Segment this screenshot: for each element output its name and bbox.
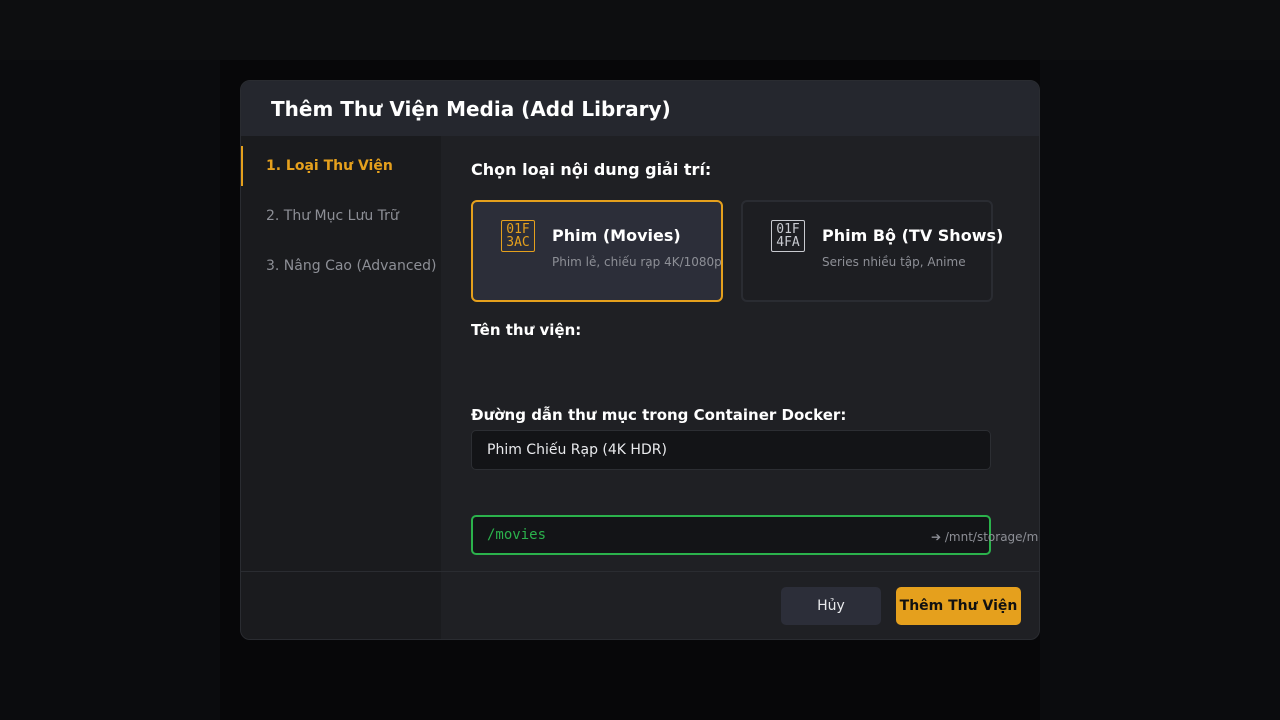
container-path-value: /movies (487, 527, 547, 543)
dialog-content: Chọn loại nội dung giải trí: 01F 3AC Phi… (441, 136, 1039, 571)
host-path-mapping: ➔ /mnt/storage/movies (931, 530, 1039, 544)
dialog-header: Thêm Thư Viện Media (Add Library) (241, 81, 1039, 136)
step-label: 1. Loại Thư Viện (266, 158, 393, 174)
app-top-bar (0, 0, 1280, 60)
step-library-type[interactable]: 1. Loại Thư Viện (241, 146, 441, 186)
library-name-label: Tên thư viện: (471, 321, 582, 339)
card-title: Phim (Movies) (552, 226, 681, 245)
dialog-title: Thêm Thư Viện Media (Add Library) (271, 96, 671, 121)
library-name-input[interactable]: Phim Chiếu Rạp (4K HDR) (471, 430, 991, 470)
tv-shows-type-card[interactable]: 01F 4FA Phim Bộ (TV Shows) Series nhiều … (741, 200, 1003, 302)
movies-type-card[interactable]: 01F 3AC Phim (Movies) Phim lẻ, chiếu rạp… (471, 200, 723, 302)
library-name-value: Phim Chiếu Rạp (4K HDR) (487, 442, 667, 458)
dialog-footer: Hủy Thêm Thư Viện (241, 571, 1039, 639)
step-storage-folder[interactable]: 2. Thư Mục Lưu Trữ (241, 196, 441, 236)
card-subtitle: Series nhiều tập, Anime (822, 255, 966, 269)
container-path-input[interactable]: /movies (471, 515, 991, 555)
step-label: 2. Thư Mục Lưu Trữ (266, 208, 399, 224)
step-advanced[interactable]: 3. Nâng Cao (Advanced) (241, 246, 441, 286)
card-title: Phim Bộ (TV Shows) (822, 226, 1004, 245)
add-library-button[interactable]: Thêm Thư Viện (896, 587, 1021, 625)
movie-camera-icon: 01F 3AC (501, 220, 535, 252)
wizard-steps-sidebar: 1. Loại Thư Viện 2. Thư Mục Lưu Trữ 3. N… (241, 136, 441, 639)
add-library-dialog: Thêm Thư Viện Media (Add Library) 1. Loạ… (240, 80, 1040, 640)
television-icon: 01F 4FA (771, 220, 805, 252)
card-subtitle: Phim lẻ, chiếu rạp 4K/1080p (552, 255, 722, 269)
cancel-button[interactable]: Hủy (781, 587, 881, 625)
container-path-label: Đường dẫn thư mục trong Container Docker… (471, 406, 847, 424)
step-label: 3. Nâng Cao (Advanced) (266, 258, 437, 274)
content-type-heading: Chọn loại nội dung giải trí: (471, 160, 712, 179)
